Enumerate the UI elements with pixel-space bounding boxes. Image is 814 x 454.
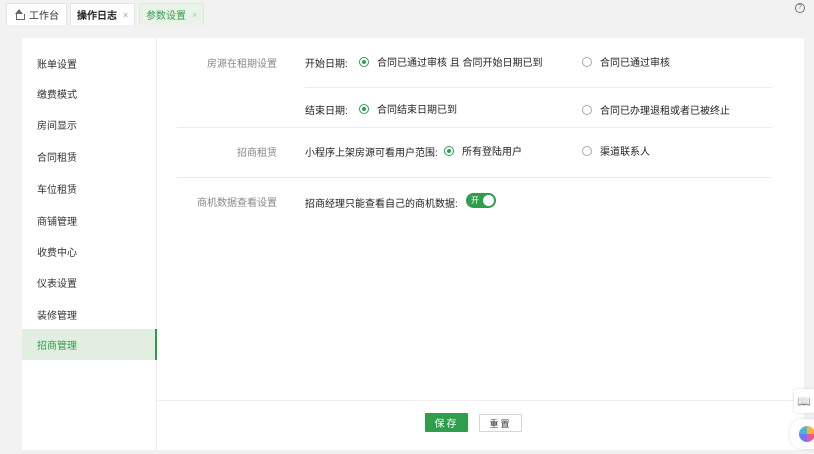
radio-label: 渠道联系人 xyxy=(600,147,650,158)
radio-label: 合同已通过审核 xyxy=(600,58,670,69)
manager-own-data-label: 招商经理只能查看自己的商机数据: xyxy=(305,199,458,210)
section-label-business-data: 商机数据查看设置 xyxy=(197,198,277,209)
footer-divider xyxy=(157,400,804,401)
divider xyxy=(177,127,772,128)
tab-operation-log[interactable]: 操作日志 × xyxy=(70,3,136,25)
reset-button[interactable]: 重置 xyxy=(479,414,522,432)
user-scope-option-all-users[interactable]: 所有登陆用户 xyxy=(444,143,522,158)
sidebar-item-label: 账单设置 xyxy=(37,60,77,71)
radio-selected-icon xyxy=(444,145,454,156)
toggle-text: 开 xyxy=(471,196,479,205)
assistant-icon[interactable] xyxy=(790,419,814,449)
start-date-option-approved[interactable]: 合同已通过审核 xyxy=(582,54,670,69)
start-date-label: 开始日期: xyxy=(305,59,348,70)
sidebar-item-contract-lease[interactable]: 合同租赁 xyxy=(22,141,157,172)
radio-unselected-icon xyxy=(582,145,592,156)
sidebar-item-label: 商铺管理 xyxy=(37,217,77,228)
tab-label: 操作日志 xyxy=(77,11,117,22)
close-icon[interactable]: × xyxy=(192,10,197,20)
home-icon xyxy=(14,9,25,20)
settings-sidebar: 账单设置 缴费模式 房间显示 合同租赁 车位租赁 商铺管理 收费中心 仪表设置 … xyxy=(22,38,157,450)
radio-unselected-icon xyxy=(582,56,592,67)
radio-label: 合同已通过审核 且 合同开始日期已到 xyxy=(377,58,543,69)
section-label-rent-period: 房源在租期设置 xyxy=(207,59,277,70)
start-date-option-approved-and-started[interactable]: 合同已通过审核 且 合同开始日期已到 xyxy=(359,54,543,69)
sidebar-item-label: 合同租赁 xyxy=(37,153,77,164)
sidebar-item-room-display[interactable]: 房间显示 xyxy=(22,109,157,140)
sidebar-item-label: 仪表设置 xyxy=(37,279,77,290)
settings-panel: 账单设置 缴费模式 房间显示 合同租赁 车位租赁 商铺管理 收费中心 仪表设置 … xyxy=(22,38,804,450)
radio-unselected-icon xyxy=(582,104,592,115)
sidebar-item-billing-settings[interactable]: 账单设置 xyxy=(22,48,157,79)
sidebar-item-parking-lease[interactable]: 车位租赁 xyxy=(22,173,157,204)
sidebar-item-label: 房间显示 xyxy=(37,121,77,132)
save-button[interactable]: 保存 xyxy=(425,413,468,432)
radio-label: 合同结束日期已到 xyxy=(377,105,457,116)
sidebar-item-payment-mode[interactable]: 缴费模式 xyxy=(22,78,157,109)
section-label-leasing: 招商租赁 xyxy=(237,148,277,159)
help-icon[interactable]: ? xyxy=(795,3,805,13)
sidebar-item-renovation-management[interactable]: 装修管理 xyxy=(22,299,157,330)
user-scope-option-channel-contacts[interactable]: 渠道联系人 xyxy=(582,143,650,158)
end-date-option-terminated[interactable]: 合同已办理退租或者已被终止 xyxy=(582,102,730,117)
divider xyxy=(177,177,772,178)
sidebar-item-label: 车位租赁 xyxy=(37,185,77,196)
tab-label: 参数设置 xyxy=(146,11,186,22)
sidebar-item-label: 收费中心 xyxy=(37,248,77,259)
close-icon[interactable]: × xyxy=(123,10,128,20)
radio-label: 所有登陆用户 xyxy=(462,147,522,158)
sidebar-item-label: 装修管理 xyxy=(37,311,77,322)
radio-selected-icon xyxy=(359,103,369,114)
settings-content: 房源在租期设置 开始日期: 合同已通过审核 且 合同开始日期已到 合同已通过审核… xyxy=(157,38,804,450)
sidebar-item-label: 招商管理 xyxy=(37,341,77,352)
tab-bar: 工作台 操作日志 × 参数设置 × ? xyxy=(0,0,814,26)
sidebar-item-billing-center[interactable]: 收费中心 xyxy=(22,236,157,267)
sidebar-item-investment-management[interactable]: 招商管理 xyxy=(22,329,157,360)
book-icon[interactable]: 📖 xyxy=(794,389,814,413)
toggle-knob xyxy=(483,195,494,206)
radio-label: 合同已办理退租或者已被终止 xyxy=(600,106,730,117)
tab-label: 工作台 xyxy=(29,11,59,22)
sidebar-item-meter-settings[interactable]: 仪表设置 xyxy=(22,267,157,298)
tab-workbench[interactable]: 工作台 xyxy=(6,3,67,25)
divider xyxy=(305,87,772,88)
sidebar-item-shop-management[interactable]: 商铺管理 xyxy=(22,205,157,236)
user-scope-label: 小程序上架房源可看用户范围: xyxy=(305,148,438,159)
radio-selected-icon xyxy=(359,56,369,67)
end-date-option-contract-ended[interactable]: 合同结束日期已到 xyxy=(359,101,457,116)
tab-parameter-settings[interactable]: 参数设置 × xyxy=(139,3,205,25)
sidebar-item-label: 缴费模式 xyxy=(37,90,77,101)
manager-own-data-toggle[interactable]: 开 xyxy=(466,193,496,208)
end-date-label: 结束日期: xyxy=(305,106,348,117)
